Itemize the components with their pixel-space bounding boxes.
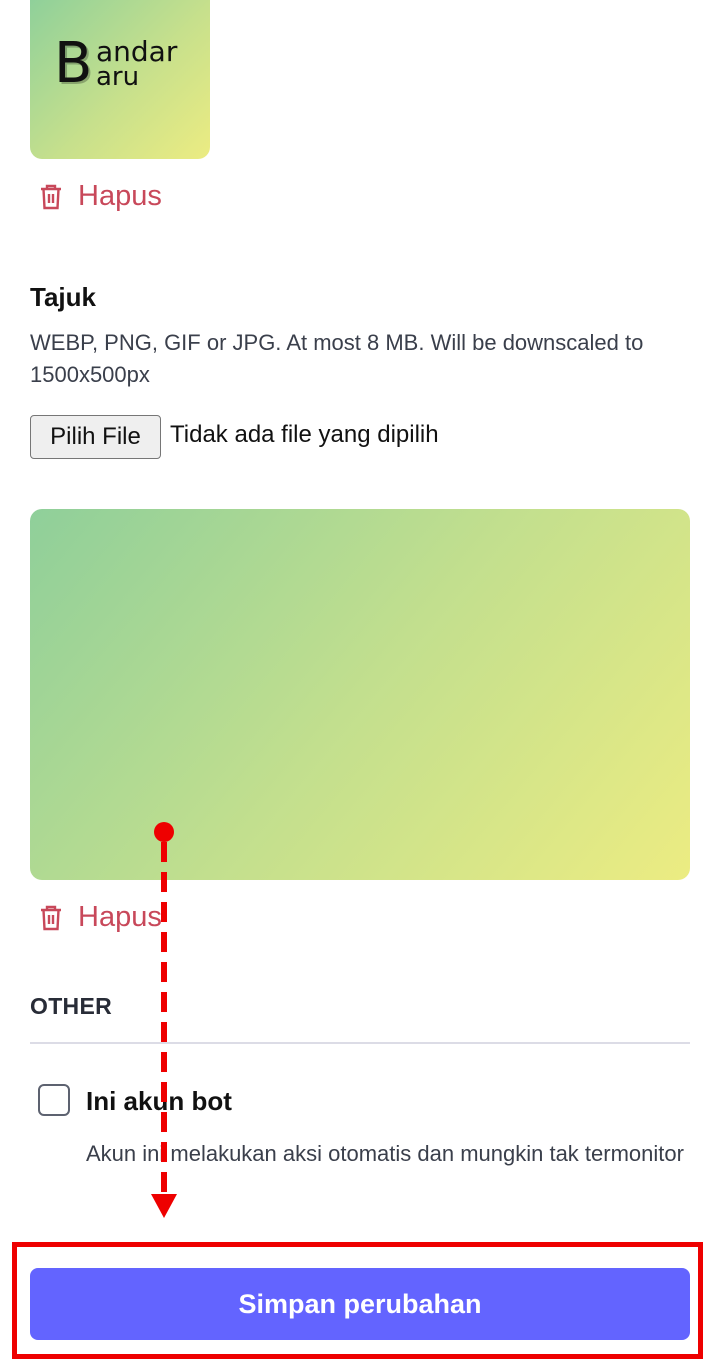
section-divider	[30, 1042, 690, 1044]
header-delete-link[interactable]: Hapus	[38, 901, 162, 934]
avatar-preview: B andar aru	[30, 0, 210, 159]
header-preview	[30, 509, 690, 880]
trash-icon	[38, 183, 64, 211]
bot-account-label[interactable]: Ini akun bot	[86, 1086, 232, 1117]
logo-line2: aru	[96, 62, 140, 92]
header-field-title: Tajuk	[30, 282, 96, 312]
bot-account-checkbox[interactable]	[38, 1084, 70, 1116]
avatar-delete-link[interactable]: Hapus	[38, 180, 162, 213]
header-field-hint: WEBP, PNG, GIF or JPG. At most 8 MB. Wil…	[30, 330, 644, 387]
section-title-other: OTHER	[30, 993, 112, 1019]
choose-file-button[interactable]: Pilih File	[30, 415, 161, 459]
trash-icon	[38, 904, 64, 932]
bot-account-hint: Akun ini melakukan aksi otomatis dan mun…	[86, 1141, 684, 1166]
annotation-highlight-box	[12, 1242, 703, 1359]
logo-initial: B	[54, 31, 93, 96]
file-status-text: Tidak ada file yang dipilih	[170, 421, 439, 448]
header-delete-label: Hapus	[78, 901, 162, 933]
avatar-delete-label: Hapus	[78, 180, 162, 212]
